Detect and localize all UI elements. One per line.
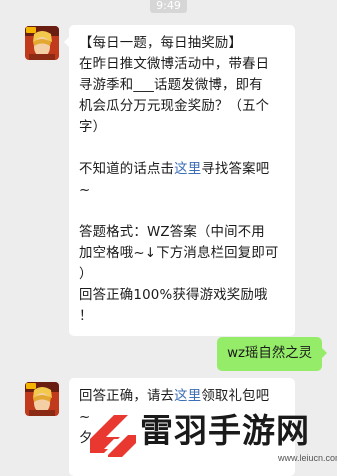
- official-account-avatar-2[interactable]: [25, 382, 59, 416]
- official-account-avatar[interactable]: [25, 26, 59, 60]
- timestamp: 9:49: [0, 0, 337, 13]
- user-reply-text: wz瑶自然之灵: [227, 346, 312, 361]
- confirm-suffix: 领取礼包吧: [201, 389, 270, 404]
- answer-link[interactable]: 这里: [174, 162, 201, 177]
- reward-link[interactable]: 这里: [174, 389, 201, 404]
- timestamp-label: 9:49: [150, 0, 187, 13]
- format-line: 加空格哦~↓下方消息栏回复即可: [79, 246, 279, 261]
- reward-line: 回答正确100%获得游戏奖励哦: [79, 288, 268, 303]
- site-logo-icon: [90, 415, 136, 457]
- message-line: 字）: [79, 120, 107, 135]
- confirm-line: 回答正确，请去这里领取礼包吧: [79, 386, 295, 407]
- watermark-url: www.leiucn.com: [278, 453, 337, 463]
- hint-prefix: 不知道的话点击: [79, 162, 175, 177]
- site-watermark: 雷羽手游网 www.leiucn.com: [82, 405, 337, 469]
- hero-avatar-icon: [25, 382, 59, 416]
- format-line: ）: [79, 267, 93, 282]
- format-line: 答题格式：WZ答案（中间不用: [79, 225, 265, 240]
- confirm-prefix: 回答正确，请去: [79, 389, 175, 404]
- message-line: 机会瓜分万元现金奖励？（五个: [79, 99, 270, 114]
- message-title: 【每日一题，每日抽奖励】: [79, 36, 243, 51]
- user-reply-bubble: wz瑶自然之灵: [217, 337, 327, 371]
- hint-suffix: 寻找答案吧: [201, 162, 270, 177]
- watermark-text: 雷羽手游网: [140, 411, 310, 450]
- question-message-bubble: 【每日一题，每日抽奖励】 在昨日推文微博活动中，带春日 寻游季和___话题发微博…: [64, 25, 295, 336]
- message-line: 在昨日推文微博活动中，带春日: [79, 57, 270, 72]
- message-line: 寻游季和___话题发微博，即有: [79, 78, 263, 93]
- hero-avatar-icon: [25, 26, 59, 60]
- hint-line: 不知道的话点击这里寻找答案吧: [79, 159, 295, 180]
- hint-tail: ~: [79, 183, 91, 198]
- reward-line: ！: [79, 309, 93, 324]
